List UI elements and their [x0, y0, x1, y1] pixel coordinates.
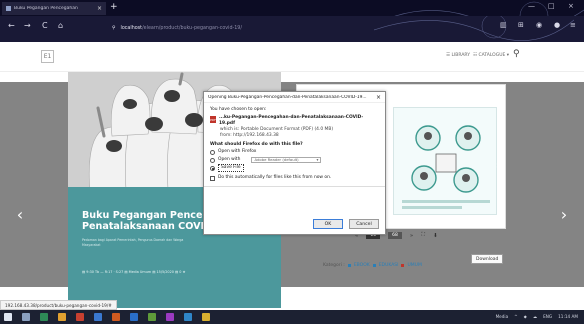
taskview-icon[interactable]: [22, 313, 30, 321]
app-icon[interactable]: [148, 313, 156, 321]
dialog-source: from: http://192.168.43.38: [220, 133, 279, 138]
app-icon[interactable]: [94, 313, 102, 321]
dialog-file-row: PDF ...ku-Pegangan-Pencegahan-dan-Penata…: [210, 115, 379, 127]
home-button[interactable]: ⌂: [58, 21, 63, 30]
category-ebook[interactable]: EBOOK: [354, 263, 370, 268]
app-icon[interactable]: [166, 313, 174, 321]
url-path: /elearn/product/buku-pegangan-covid-19/: [142, 26, 242, 31]
nav-library-link[interactable]: ☰ LIBRARY: [446, 53, 470, 58]
system-tray: Media ^ ◆ ☁ ENG 11:14 AM: [495, 314, 578, 319]
status-url: 192.168.43.38/product/buku-pegangan-covi…: [0, 300, 117, 310]
extension-icon[interactable]: ⊞: [518, 21, 524, 29]
dialog-titlebar: Opening Buku-Pegangan-Pencegahan-dan-Pen…: [204, 92, 385, 103]
forward-button[interactable]: →: [24, 21, 31, 30]
tab-favicon-icon: [6, 6, 11, 11]
cover-subtitle: Pedoman bagi Aparat Pemerintah, Pengurus…: [82, 238, 184, 247]
library-icon[interactable]: ▥: [500, 21, 507, 29]
auto-action-checkbox[interactable]: [210, 175, 215, 181]
radio-open-with[interactable]: [210, 157, 215, 163]
browser-tab[interactable]: Buku Pegangan Pencegahan ×: [2, 2, 106, 15]
app-icon[interactable]: [130, 313, 138, 321]
maximize-button[interactable]: □: [548, 2, 555, 10]
app-icon[interactable]: [184, 313, 192, 321]
reload-button[interactable]: C: [42, 21, 48, 30]
nav-catalogue-link[interactable]: ☷ CATALOGUE ▾: [473, 53, 509, 58]
cancel-button[interactable]: Cancel: [349, 219, 379, 229]
account-icon[interactable]: ●: [554, 21, 560, 29]
total-pages: 68: [388, 232, 402, 239]
site-logo[interactable]: E1: [41, 50, 54, 63]
pdf-file-icon: PDF: [210, 116, 216, 123]
application-select[interactable]: Adobe Reader (default) ▾: [251, 157, 322, 163]
url-search-icon: ⚲: [112, 26, 116, 31]
sync-icon[interactable]: ◉: [536, 21, 542, 29]
infographic-illustration: [402, 125, 490, 209]
dialog-divider: [204, 186, 385, 187]
preview-page-right: [393, 107, 497, 215]
app-icon[interactable]: [58, 313, 66, 321]
category-edukasi[interactable]: EDUKASI: [379, 263, 399, 268]
menu-button[interactable]: ≡: [570, 21, 576, 29]
dialog-filename: ...ku-Pegangan-Pencegahan-dan-Penatalaks…: [219, 115, 364, 126]
carousel-prev-button[interactable]: ‹: [12, 202, 28, 226]
file-open-dialog: Opening Buku-Pegangan-Pencegahan-dan-Pen…: [203, 91, 386, 235]
fullscreen-icon[interactable]: ⛶: [421, 232, 425, 239]
cover-footer: ▤ 9:30 Tb — R:17 · S:27 ▤ Media Umum ▤ 1…: [82, 270, 186, 274]
chevron-down-icon: ▾: [316, 157, 319, 162]
tab-strip: Buku Pegangan Pencegahan × + — □ ×: [0, 0, 584, 16]
ok-button[interactable]: OK: [313, 219, 343, 229]
app-icon[interactable]: [40, 313, 48, 321]
carousel-next-button[interactable]: ›: [556, 202, 572, 226]
download-icon[interactable]: ⬇: [433, 233, 438, 239]
folder-icon: [401, 264, 405, 267]
radio-save-file[interactable]: [210, 165, 215, 171]
url-host: localhost: [120, 26, 143, 31]
app-icon[interactable]: [76, 313, 84, 321]
tab-title: Buku Pegangan Pencegahan: [14, 6, 78, 11]
category-label: Kategori :: [323, 263, 345, 268]
tab-close-icon[interactable]: ×: [97, 5, 102, 12]
start-icon[interactable]: [4, 313, 12, 321]
next-page-button[interactable]: »: [410, 233, 413, 239]
site-header: E1 ☰ LIBRARY ☷ CATALOGUE ▾ ⚲: [0, 42, 584, 72]
windows-taskbar: Media ^ ◆ ☁ ENG 11:14 AM: [0, 310, 584, 324]
option-open-firefox[interactable]: Open with Firefox: [210, 148, 379, 156]
firefox-icon[interactable]: [112, 313, 120, 321]
url-bar[interactable]: ⚲ localhost/elearn/product/buku-pegangan…: [104, 21, 476, 36]
dialog-title: Opening Buku-Pegangan-Pencegahan-dan-Pen…: [208, 94, 367, 100]
auto-action-row[interactable]: Do this automatically for files like thi…: [210, 174, 379, 182]
site-search-icon[interactable]: ⚲: [513, 49, 520, 59]
category-umum[interactable]: UMUM: [407, 263, 421, 268]
radio-open-firefox[interactable]: [210, 149, 215, 155]
download-tooltip: Download: [471, 254, 504, 264]
option-open-with[interactable]: Open with Adobe Reader (default) ▾: [210, 156, 379, 164]
app-icon[interactable]: [202, 313, 210, 321]
navigation-toolbar: ← → C ⌂ ⚲ localhost/elearn/product/buku-…: [0, 16, 584, 42]
category-list: Kategori : EBOOK EDUKASI UMUM: [323, 263, 422, 268]
folder-icon: [347, 264, 351, 267]
dialog-intro: You have chosen to open:: [210, 107, 267, 112]
option-save-file[interactable]: Save File: [210, 164, 379, 172]
new-tab-button[interactable]: +: [110, 2, 118, 12]
dialog-buttons: OK Cancel: [313, 219, 379, 229]
preview-next-arrow[interactable]: ›: [496, 161, 500, 171]
folder-icon: [372, 264, 376, 267]
dialog-close-icon[interactable]: ×: [376, 94, 381, 101]
close-window-button[interactable]: ×: [568, 2, 574, 10]
clock[interactable]: 11:14 AM: [558, 314, 578, 319]
dialog-body: You have chosen to open: PDF ...ku-Pegan…: [204, 103, 385, 191]
back-button[interactable]: ←: [8, 21, 15, 30]
minimize-button[interactable]: —: [528, 2, 535, 10]
